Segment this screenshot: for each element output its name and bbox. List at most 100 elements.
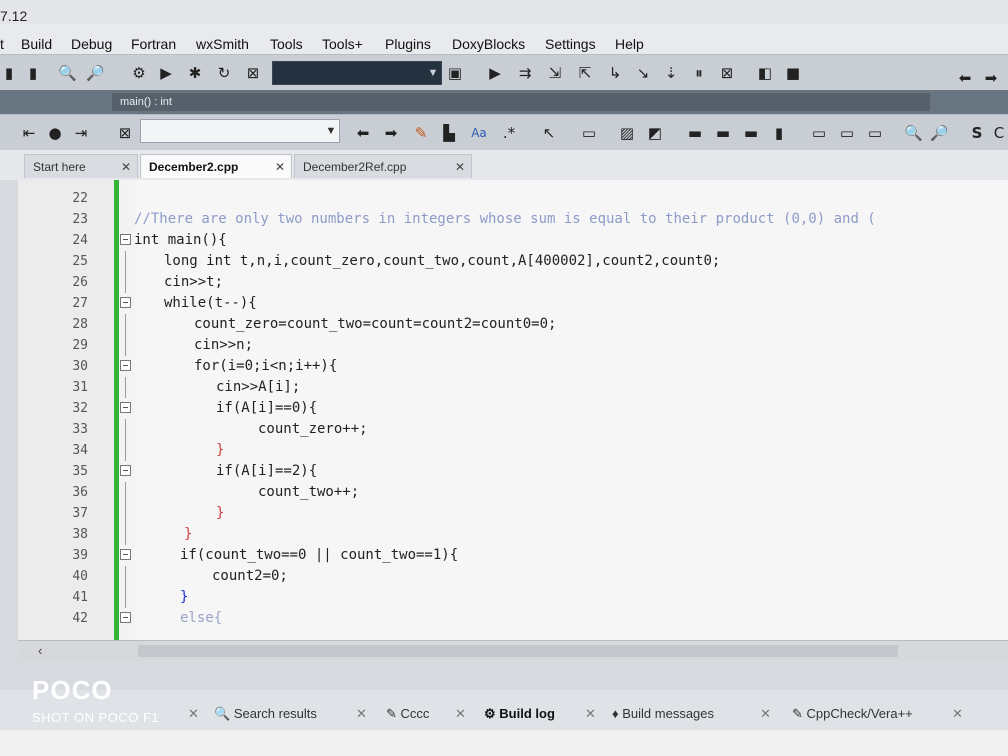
highlight-icon[interactable]: ✎ xyxy=(412,124,430,142)
widget-6-icon[interactable]: ▭ xyxy=(838,124,856,142)
line-number: 27 xyxy=(72,296,88,311)
menu-item-file-fragment[interactable]: t xyxy=(0,36,4,52)
widget-4-icon[interactable]: ▮ xyxy=(770,124,788,142)
prev-bookmark-icon[interactable]: ⇤ xyxy=(20,124,38,142)
menu-item-tools[interactable]: Tools xyxy=(270,36,303,52)
replace-icon[interactable]: 🔎 xyxy=(86,64,105,82)
widget-1-icon[interactable]: ▬ xyxy=(686,124,704,142)
c-icon[interactable]: C xyxy=(990,124,1008,142)
arrow-right-icon[interactable]: ➡ xyxy=(382,124,400,142)
menu-item-build[interactable]: Build xyxy=(21,36,52,52)
close-icon[interactable]: ✕ xyxy=(455,706,466,722)
stop-debugger-icon[interactable]: ⊠ xyxy=(718,64,736,82)
step-over-icon[interactable]: ⇉ xyxy=(516,64,534,82)
fold-toggle-icon[interactable] xyxy=(120,549,131,560)
menu-item-settings[interactable]: Settings xyxy=(545,36,596,52)
break-debugger-icon[interactable]: ⇣ xyxy=(662,64,680,82)
scrollbar-thumb[interactable] xyxy=(138,645,898,657)
widget-5-icon[interactable]: ▭ xyxy=(810,124,828,142)
nav-back-icon[interactable]: ⬅ xyxy=(956,69,974,87)
widget-2-icon[interactable]: ▬ xyxy=(714,124,732,142)
horizontal-scrollbar[interactable]: ‹ xyxy=(18,640,1008,661)
next-instruction-icon[interactable]: ↳ xyxy=(606,64,624,82)
clear-bookmarks-icon[interactable]: ⊠ xyxy=(116,124,134,142)
tab-build-log[interactable]: ⚙ Build log xyxy=(484,706,555,722)
fold-toggle-icon[interactable] xyxy=(120,297,131,308)
widget-3-icon[interactable]: ▬ xyxy=(742,124,760,142)
code-line-26: 26 cin>>t; xyxy=(18,272,1008,293)
regex-icon[interactable]: .* xyxy=(500,124,518,142)
close-icon[interactable]: ✕ xyxy=(952,706,963,722)
s-icon[interactable]: S xyxy=(968,124,986,142)
build-gear-icon[interactable]: ⚙ xyxy=(130,64,148,82)
zoom-in-icon[interactable]: 🔍 xyxy=(904,124,923,142)
line-number: 33 xyxy=(72,422,88,437)
tab-december2-cpp[interactable]: December2.cpp ✕ xyxy=(140,154,292,178)
close-icon[interactable]: ✕ xyxy=(275,155,285,179)
tab-cppcheck-vera[interactable]: ✎ CppCheck/Vera++ xyxy=(792,706,913,722)
step-out-icon[interactable]: ⇱ xyxy=(576,64,594,82)
tab-label: Start here xyxy=(33,160,86,174)
close-icon[interactable]: ✕ xyxy=(585,706,596,722)
line-number: 31 xyxy=(72,380,88,395)
close-icon[interactable]: ✕ xyxy=(455,155,465,179)
find-icon[interactable]: 🔍 xyxy=(58,64,77,82)
zoom-out-icon[interactable]: 🔎 xyxy=(930,124,949,142)
menu-item-help[interactable]: Help xyxy=(615,36,644,52)
line-number: 23 xyxy=(72,212,88,227)
run-icon[interactable]: ▶ xyxy=(157,64,175,82)
tab-cccc[interactable]: ✎ Cccc xyxy=(386,706,429,722)
fold-toggle-icon[interactable] xyxy=(120,402,131,413)
image-alt-icon[interactable]: ◩ xyxy=(646,124,664,142)
frame-icon[interactable]: ▭ xyxy=(580,124,598,142)
tab-start-here[interactable]: Start here ✕ xyxy=(24,154,138,178)
fold-toggle-icon[interactable] xyxy=(120,612,131,623)
function-scope-combo[interactable]: main() : int xyxy=(112,93,930,111)
debug-windows-icon[interactable]: ◧ xyxy=(756,64,774,82)
match-case-icon[interactable]: Aa xyxy=(470,124,488,142)
tab-label: Cccc xyxy=(400,706,430,721)
rebuild-icon[interactable]: ↻ xyxy=(215,64,233,82)
code-line-27: 27 while(t--){ xyxy=(18,293,1008,314)
scroll-left-icon[interactable]: ‹ xyxy=(38,643,42,658)
widget-7-icon[interactable]: ▭ xyxy=(866,124,884,142)
code-editor[interactable]: 22 23 //There are only two numbers in in… xyxy=(18,180,1008,640)
tab-build-messages[interactable]: ♦ Build messages xyxy=(612,706,714,721)
close-icon[interactable]: ✕ xyxy=(121,155,131,179)
tab-search-results[interactable]: 🔍 Search results xyxy=(214,706,317,722)
fold-toggle-icon[interactable] xyxy=(120,234,131,245)
secondary-toolbar: ⇤ ● ⇥ ⊠ ▼ ⬅ ➡ ✎ ▙ Aa .* ↖ ▭ ▨ ◩ ▬ ▬ ▬ ▮ … xyxy=(0,114,1008,152)
step-into-icon[interactable]: ⇲ xyxy=(546,64,564,82)
menu-item-doxyblocks[interactable]: DoxyBlocks xyxy=(452,36,525,52)
close-icon[interactable]: ✕ xyxy=(188,706,199,722)
image-icon[interactable]: ▨ xyxy=(618,124,636,142)
build-target-combo[interactable]: ▼ xyxy=(272,61,442,85)
pause-icon[interactable]: ⏸ xyxy=(690,64,708,82)
save-all-icon[interactable]: ▮ xyxy=(24,64,42,82)
fold-toggle-icon[interactable] xyxy=(120,360,131,371)
close-icon[interactable]: ✕ xyxy=(356,706,367,722)
fold-toggle-icon[interactable] xyxy=(120,465,131,476)
run-to-cursor-icon[interactable]: ▣ xyxy=(446,64,464,82)
search-combo[interactable]: ▼ xyxy=(140,119,340,143)
tab-december2ref-cpp[interactable]: December2Ref.cpp ✕ xyxy=(294,154,472,178)
code-text: } xyxy=(180,589,189,605)
nav-forward-icon[interactable]: ➡ xyxy=(982,69,1000,87)
menu-item-fortran[interactable]: Fortran xyxy=(131,36,176,52)
menu-item-debug[interactable]: Debug xyxy=(71,36,112,52)
next-bookmark-icon[interactable]: ⇥ xyxy=(72,124,90,142)
menu-item-tools-plus[interactable]: Tools+ xyxy=(322,36,363,52)
toggle-bookmark-icon[interactable]: ● xyxy=(46,124,64,142)
debug-info-icon[interactable]: ■ xyxy=(784,64,802,82)
menu-item-wxsmith[interactable]: wxSmith xyxy=(196,36,249,52)
menu-item-plugins[interactable]: Plugins xyxy=(385,36,431,52)
arrow-left-icon[interactable]: ⬅ xyxy=(354,124,372,142)
pointer-icon[interactable]: ↖ xyxy=(540,124,558,142)
abort-icon[interactable]: ⊠ xyxy=(244,64,262,82)
build-and-run-icon[interactable]: ✱ xyxy=(186,64,204,82)
select-icon[interactable]: ▙ xyxy=(440,124,458,142)
close-icon[interactable]: ✕ xyxy=(760,706,771,722)
step-instruction-icon[interactable]: ↘ xyxy=(634,64,652,82)
save-icon[interactable]: ▮ xyxy=(0,64,18,82)
debug-start-icon[interactable]: ▶ xyxy=(486,64,504,82)
